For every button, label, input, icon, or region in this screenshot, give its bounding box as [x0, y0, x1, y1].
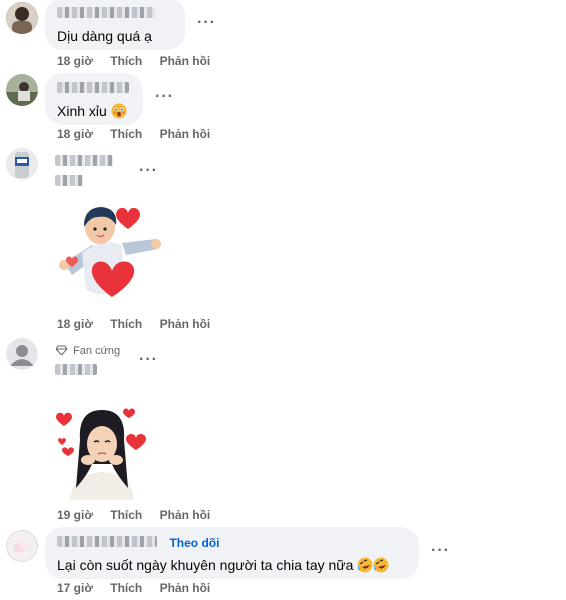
- comment-text-content: Xinh xỉu: [57, 103, 107, 119]
- comment-time[interactable]: 18 giờ: [57, 54, 93, 68]
- avatar[interactable]: [6, 148, 38, 180]
- reply-button[interactable]: Phản hồi: [160, 317, 211, 331]
- commenter-name-blurred[interactable]: [57, 82, 129, 93]
- commenter-name-blurred[interactable]: [57, 7, 155, 18]
- comment-time[interactable]: 18 giờ: [57, 127, 93, 141]
- rolling-laughing-face-icon: [357, 557, 373, 577]
- avatar[interactable]: [6, 2, 38, 34]
- comment-time[interactable]: 19 giờ: [57, 508, 93, 522]
- comment-bubble: Dịu dàng quá ạ: [45, 0, 185, 50]
- fan-badge[interactable]: Fan cứng: [55, 345, 121, 357]
- rolling-laughing-face-icon: [373, 557, 389, 577]
- avatar[interactable]: [6, 530, 38, 562]
- comment-text-content: Lại còn suốt ngày khuyên người ta chia t…: [57, 557, 354, 573]
- like-button[interactable]: Thích: [110, 127, 142, 141]
- reply-button[interactable]: Phản hồi: [160, 508, 211, 522]
- comment-actions: 18 giờ Thích Phản hồi: [57, 317, 224, 331]
- comment-time[interactable]: 17 giờ: [57, 581, 93, 595]
- comment-actions: 19 giờ Thích Phản hồi: [57, 508, 224, 522]
- comment-bubble: Theo dõi Lại còn suốt ngày khuyên người …: [45, 527, 419, 579]
- more-options-icon[interactable]: ···: [139, 352, 158, 368]
- comment-text: Xinh xỉu: [57, 102, 131, 123]
- more-options-icon[interactable]: ···: [431, 543, 450, 559]
- avatar[interactable]: [6, 338, 38, 370]
- more-options-icon[interactable]: ···: [139, 163, 158, 179]
- commenter-name-blurred[interactable]: [55, 155, 113, 186]
- comment-time[interactable]: 18 giờ: [57, 317, 93, 331]
- comment-text: Dịu dàng quá ạ: [57, 28, 152, 44]
- boy-with-hearts-sticker[interactable]: [52, 203, 164, 303]
- like-button[interactable]: Thích: [110, 54, 142, 68]
- like-button[interactable]: Thích: [110, 508, 142, 522]
- more-options-icon[interactable]: ···: [197, 15, 216, 31]
- badge-label: Fan cứng: [73, 345, 121, 357]
- like-button[interactable]: Thích: [110, 581, 142, 595]
- comment-actions: 18 giờ Thích Phản hồi: [57, 127, 224, 141]
- girl-with-hearts-sticker[interactable]: [52, 404, 152, 506]
- commenter-name-blurred[interactable]: [55, 364, 97, 375]
- diamond-icon: [55, 345, 68, 357]
- comment-bubble: Xinh xỉu: [45, 73, 143, 125]
- reply-button[interactable]: Phản hồi: [160, 581, 211, 595]
- more-options-icon[interactable]: ···: [155, 89, 174, 105]
- comment-text: Lại còn suốt ngày khuyên người ta chia t…: [57, 556, 407, 577]
- like-button[interactable]: Thích: [110, 317, 142, 331]
- commenter-name-blurred[interactable]: [57, 536, 157, 547]
- avatar[interactable]: [6, 74, 38, 106]
- reply-button[interactable]: Phản hồi: [160, 127, 211, 141]
- comment-actions: 18 giờ Thích Phản hồi: [57, 54, 224, 68]
- follow-button[interactable]: Theo dõi: [169, 536, 219, 550]
- reply-button[interactable]: Phản hồi: [160, 54, 211, 68]
- comment-actions: 17 giờ Thích Phản hồi: [57, 581, 224, 595]
- astonished-face-icon: [111, 103, 127, 123]
